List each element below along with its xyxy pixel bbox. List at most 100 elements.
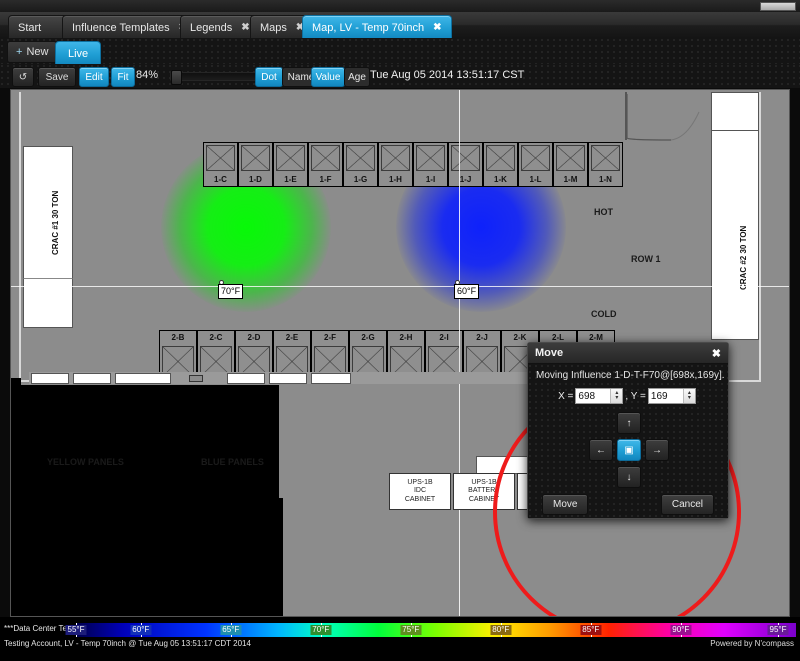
move-down-button[interactable]: ↓ xyxy=(617,466,641,488)
rack-label: 2-C xyxy=(209,333,223,342)
legend-tick-label: 60°F xyxy=(130,625,152,635)
blue-panel[interactable] xyxy=(227,373,265,384)
edit-button-label: Edit xyxy=(85,71,103,83)
application-window: Start Influence Templates ✖ Legends ✖ Ma… xyxy=(0,0,800,661)
rack-label: 2-G xyxy=(361,333,375,342)
legend-tick-label: 70°F xyxy=(310,625,332,635)
display-mode-value[interactable]: Value xyxy=(311,67,345,87)
rack-footprint-icon xyxy=(311,145,340,171)
zone-label: ROW 1 xyxy=(631,254,661,264)
rack-1-l[interactable]: 1-L xyxy=(518,142,553,187)
tab-bar: Start Influence Templates ✖ Legends ✖ Ma… xyxy=(0,12,800,39)
crac-unit-1-label: CRAC #1 30 TON xyxy=(51,190,60,255)
cancel-button[interactable]: Cancel xyxy=(660,494,714,515)
cabinet-label-line: IDC xyxy=(413,487,427,495)
sensor-value-70f[interactable]: 70°F xyxy=(218,284,244,299)
move-right-button[interactable]: → xyxy=(645,439,669,461)
y-stepper[interactable]: ▴▾ xyxy=(647,388,696,404)
rack-1-j[interactable]: 1-J xyxy=(448,142,483,187)
y-input[interactable] xyxy=(648,390,683,402)
tab-label: Influence Templates xyxy=(72,21,170,34)
x-stepper-arrows[interactable]: ▴ ▾ xyxy=(610,389,623,403)
x-stepper[interactable]: ▴▾ xyxy=(575,388,624,404)
rack-1-d[interactable]: 1-D xyxy=(238,142,273,187)
rack-footprint-icon xyxy=(416,145,445,171)
rack-footprint-icon xyxy=(486,145,515,171)
window-controls[interactable] xyxy=(760,2,796,11)
dialog-titlebar[interactable]: Move ✖ xyxy=(528,343,728,364)
move-dialog[interactable]: Move ✖ Moving Influence 1-D-T-F70@[698x,… xyxy=(527,342,729,519)
zoom-slider-handle[interactable] xyxy=(171,70,182,85)
rack-1-f[interactable]: 1-F xyxy=(308,142,343,187)
cabinet-ups-1b-idc-cabinet[interactable]: UPS-1B IDC CABINET xyxy=(389,473,451,510)
move-confirm-button[interactable]: Move xyxy=(542,494,589,515)
rack-1-e[interactable]: 1-E xyxy=(273,142,308,187)
coordinate-row: X = ▴▾ , Y = ▴▾ xyxy=(536,388,720,404)
arrow-up-icon: ↑ xyxy=(626,417,632,429)
move-up-button[interactable]: ↑ xyxy=(617,412,641,434)
crosshair-horizontal xyxy=(11,286,789,287)
tab-influence-templates[interactable]: Influence Templates ✖ xyxy=(62,15,198,39)
rack-label: 2-H xyxy=(399,333,413,342)
close-icon[interactable]: ✖ xyxy=(712,347,721,360)
rack-1-n[interactable]: 1-N xyxy=(588,142,623,187)
legend-tick-label: 65°F xyxy=(220,625,242,635)
yellow-panel[interactable] xyxy=(115,373,171,384)
move-button-label: Move xyxy=(553,499,578,510)
y-label: , Y = xyxy=(625,390,646,402)
cabinet-ups-1b-battery-cabinet[interactable]: UPS-1B BATTERY CABINET xyxy=(453,473,515,510)
move-left-button[interactable]: ← xyxy=(589,439,613,461)
edit-button[interactable]: Edit xyxy=(79,67,109,87)
powered-by-label: Powered by N'compass xyxy=(710,639,794,648)
refresh-icon: ↺ xyxy=(18,71,28,83)
blue-panel[interactable] xyxy=(311,373,351,384)
new-button[interactable]: + New xyxy=(7,41,58,63)
rack-1-i[interactable]: 1-I xyxy=(413,142,448,187)
legend-tick-label: 80°F xyxy=(490,625,512,635)
move-center-button[interactable]: ▣ xyxy=(617,439,641,461)
zoom-slider[interactable] xyxy=(170,70,262,85)
rack-label: 2-I xyxy=(439,333,449,342)
new-button-label: New xyxy=(26,46,49,58)
tab-map-lv-temp-70inch[interactable]: Map, LV - Temp 70inch ✖ xyxy=(302,15,452,39)
cabinet-label-line: UPS-1B xyxy=(471,478,497,486)
zoom-level-label: 84% xyxy=(136,69,159,81)
rack-label: 2-F xyxy=(324,333,336,342)
rack-1-h[interactable]: 1-H xyxy=(378,142,413,187)
blue-panel[interactable] xyxy=(269,373,307,384)
rack-1-g[interactable]: 1-G xyxy=(343,142,378,187)
rack-1-c[interactable]: 1-C xyxy=(203,142,238,187)
display-mode-age[interactable]: Age xyxy=(344,67,370,87)
rack-label: 1-H xyxy=(389,175,402,184)
rack-1-m[interactable]: 1-M xyxy=(553,142,588,187)
rack-label: 1-C xyxy=(214,175,227,184)
y-stepper-arrows[interactable]: ▴ ▾ xyxy=(682,389,695,403)
arrow-right-icon: → xyxy=(652,444,662,456)
x-input[interactable] xyxy=(576,390,611,402)
save-button[interactable]: Save xyxy=(38,67,76,87)
arrow-down-icon: ↓ xyxy=(626,471,632,483)
yellow-panel[interactable] xyxy=(73,373,111,384)
cancel-button-label: Cancel xyxy=(671,499,703,510)
close-icon[interactable]: ✖ xyxy=(433,22,441,33)
display-mode-dot[interactable]: Dot xyxy=(255,67,283,87)
zone-label: HOT xyxy=(594,207,613,217)
x-label: X = xyxy=(558,390,574,402)
close-icon[interactable]: ✖ xyxy=(241,22,249,33)
sensor-value-60f[interactable]: 60°F xyxy=(454,284,480,299)
tab-label: Maps xyxy=(260,21,287,34)
outside-area xyxy=(269,498,283,616)
yellow-panel[interactable] xyxy=(31,373,69,384)
cabinet-label-line: UPS-1B xyxy=(407,478,433,486)
rack-1-k[interactable]: 1-K xyxy=(483,142,518,187)
fit-button[interactable]: Fit xyxy=(111,67,135,87)
crac-unit-2[interactable] xyxy=(711,130,759,340)
live-tab-label: Live xyxy=(68,47,89,60)
rack-footprint-icon xyxy=(521,145,550,171)
rack-label: 1-J xyxy=(459,175,472,184)
refresh-button[interactable]: ↺ xyxy=(12,67,34,87)
display-mode-label: Age xyxy=(348,71,366,83)
outside-area xyxy=(11,385,279,616)
fit-button-label: Fit xyxy=(117,71,129,83)
live-tab[interactable]: Live xyxy=(55,41,102,65)
